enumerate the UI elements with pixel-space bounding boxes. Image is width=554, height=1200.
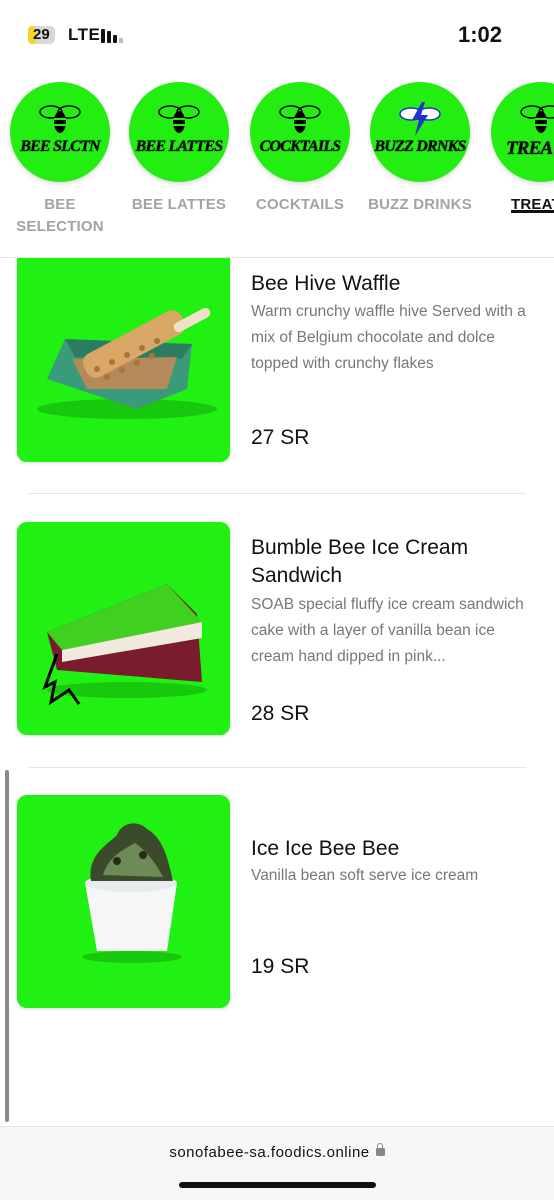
category-treats[interactable]: TREA TREAT (481, 82, 554, 216)
bee-icon (279, 105, 321, 133)
product-price: 27 SR (251, 426, 310, 449)
network-type: LTE (68, 25, 101, 44)
soft-serve-cup-image (82, 823, 182, 963)
product-description: SOAB special fluffy ice cream sandwich c… (251, 596, 524, 665)
category-logo-text: BUZZ DRNKS (374, 138, 466, 155)
category-logo[interactable]: BEE LATTES (129, 82, 229, 182)
bee-icon (39, 105, 81, 133)
category-cocktails[interactable]: COCKTAILS COCKTAILS (240, 82, 360, 216)
status-bar: 29 LTE 1:02 (0, 0, 554, 70)
bee-icon (520, 105, 554, 133)
category-strip[interactable]: BEE SLCTN BEE SELECTION BEE LATTES BEE L… (0, 82, 554, 257)
bee-icon (158, 105, 200, 133)
browser-url-bar[interactable]: sonofabee-sa.foodics.online (0, 1126, 554, 1200)
product-description: Warm crunchy waffle hive Served with a m… (251, 303, 526, 372)
product-description: Vanilla bean soft serve ice cream (251, 867, 479, 884)
category-label[interactable]: BEE SELECTION (0, 194, 120, 238)
scrollbar[interactable] (5, 770, 9, 1122)
lock-icon (375, 1143, 385, 1157)
product-list[interactable]: Bee Hive Waffle Warm crunchy waffle hive… (0, 258, 554, 1123)
signal-strength-icon (101, 27, 127, 43)
active-tab-underline (511, 210, 554, 213)
product-image[interactable] (17, 795, 230, 1008)
product-name: Ice Ice Bee Bee (251, 837, 400, 860)
url-display[interactable]: sonofabee-sa.foodics.online (0, 1143, 554, 1161)
row-divider (28, 493, 526, 494)
category-bee-selection[interactable]: BEE SLCTN BEE SELECTION (0, 82, 120, 238)
product-price: 19 SR (251, 955, 310, 978)
ice-cream-sandwich-image (42, 584, 207, 706)
product-image[interactable] (17, 522, 230, 735)
category-logo[interactable]: BUZZ DRNKS (370, 82, 470, 182)
category-logo-text: BEE SLCTN (20, 138, 100, 155)
waffle-image (37, 307, 217, 419)
category-logo[interactable]: BEE SLCTN (10, 82, 110, 182)
category-logo[interactable]: COCKTAILS (250, 82, 350, 182)
home-indicator[interactable] (179, 1182, 376, 1188)
category-logo[interactable]: TREA (491, 82, 554, 182)
product-name: Bumble Bee Ice Cream Sandwich (251, 536, 469, 587)
category-label[interactable]: COCKTAILS (240, 194, 360, 216)
category-logo-text: COCKTAILS (259, 138, 342, 155)
lightning-bee-icon (399, 102, 441, 136)
clock: 1:02 (457, 22, 502, 47)
category-buzz-drinks[interactable]: BUZZ DRNKS BUZZ DRINKS (360, 82, 480, 216)
category-label[interactable]: BEE LATTES (119, 194, 239, 216)
battery-icon: 29 (28, 26, 55, 44)
category-label[interactable]: BUZZ DRINKS (360, 194, 480, 216)
battery-level: 29 (33, 26, 50, 43)
product-image[interactable] (17, 258, 230, 462)
product-name: Bee Hive Waffle (251, 272, 401, 295)
category-logo-text: TREA (506, 138, 553, 159)
row-divider (28, 767, 526, 768)
url-text[interactable]: sonofabee-sa.foodics.online (169, 1144, 369, 1161)
category-logo-text: BEE LATTES (135, 138, 224, 155)
product-price: 28 SR (251, 702, 310, 725)
category-bee-lattes[interactable]: BEE LATTES BEE LATTES (119, 82, 239, 216)
